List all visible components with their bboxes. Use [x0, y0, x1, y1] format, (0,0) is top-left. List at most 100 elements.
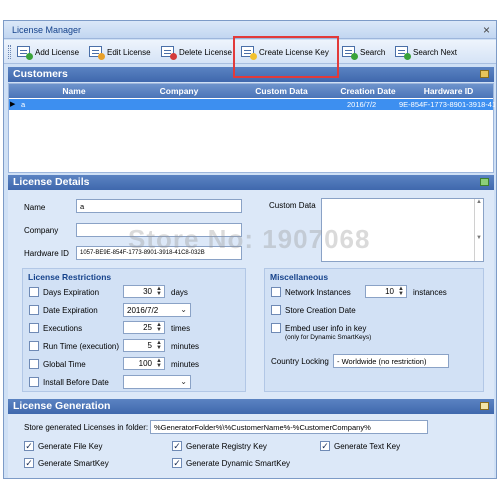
column-custom-data[interactable]: Custom Data — [229, 86, 334, 96]
custom-data-scrollbar[interactable]: ▲ ▼ — [474, 199, 483, 261]
window-title: License Manager — [12, 25, 82, 35]
stepper-arrows-icon[interactable]: ▲ ▼ — [156, 322, 162, 333]
generate-file-key-box[interactable]: ✓ — [24, 441, 34, 451]
generate-text-key-box[interactable]: ✓ — [320, 441, 330, 451]
license-details-panel-icon — [480, 178, 489, 186]
folder-label: Store generated Licenses in folder: — [24, 423, 149, 432]
generate-registry-key-box[interactable]: ✓ — [172, 441, 182, 451]
generate-registry-key-checkbox[interactable]: ✓ Generate Registry Key — [172, 441, 267, 451]
license-generation-title: License Generation — [13, 400, 111, 412]
generate-dynamic-smartkey-label: Generate Dynamic SmartKey — [186, 458, 291, 468]
stepper-arrows-icon[interactable]: ▲ ▼ — [156, 358, 162, 369]
days-expiration-stepper[interactable]: 30 ▲ ▼ — [123, 285, 165, 298]
table-row[interactable]: ▶ a 2016/7/2 9E-854F-1773-8901-3918-41 — [9, 99, 495, 110]
executions-value: 25 — [143, 323, 152, 332]
date-expiration-value: 2016/7/2 — [127, 306, 159, 315]
license-generation-panel: Store generated Licenses in folder: %Gen… — [8, 414, 494, 478]
license-restrictions-group: License Restrictions Days Expiration 30 ▲… — [22, 268, 246, 392]
days-expiration-checkbox[interactable]: Days Expiration — [29, 287, 99, 297]
add-license-button[interactable]: Add License — [16, 44, 79, 60]
customers-panel-icon — [480, 70, 489, 78]
install-before-picker[interactable]: ⌄ — [123, 375, 191, 389]
executions-stepper[interactable]: 25 ▲ ▼ — [123, 321, 165, 334]
global-time-label: Global Time — [43, 359, 86, 369]
days-expiration-value: 30 — [143, 287, 152, 296]
customers-grid[interactable]: Name Company Custom Data Creation Date H… — [8, 83, 495, 173]
column-creation-date[interactable]: Creation Date — [334, 86, 402, 96]
miscellaneous-title: Miscellaneous — [270, 272, 329, 282]
edit-license-icon — [88, 45, 105, 60]
edit-license-label: Edit License — [107, 47, 151, 57]
date-expiration-label: Date Expiration — [43, 305, 98, 315]
network-instances-checkbox[interactable]: Network Instances — [271, 287, 351, 297]
output-folder-field[interactable]: %GeneratorFolder%\%CustomerName%-%Custom… — [150, 420, 428, 434]
embed-user-info-box[interactable] — [271, 323, 281, 333]
license-generation-header: License Generation — [8, 399, 494, 414]
global-time-value: 100 — [138, 359, 152, 368]
country-locking-field[interactable]: - Worldwide (no restriction) — [333, 354, 449, 368]
date-expiration-checkbox[interactable]: Date Expiration — [29, 305, 98, 315]
generate-text-key-label: Generate Text Key — [334, 441, 401, 451]
generate-dynamic-smartkey-checkbox[interactable]: ✓ Generate Dynamic SmartKey — [172, 458, 290, 468]
license-details-panel: Name a Company Hardware ID 1057-BE9E-854… — [8, 190, 494, 400]
delete-license-label: Delete License — [179, 47, 232, 57]
column-name[interactable]: Name — [19, 86, 129, 96]
global-time-checkbox[interactable]: Global Time — [29, 359, 86, 369]
run-time-box[interactable] — [29, 341, 39, 351]
column-company[interactable]: Company — [129, 86, 229, 96]
customers-title: Customers — [13, 68, 68, 80]
generate-smartkey-checkbox[interactable]: ✓ Generate SmartKey — [24, 458, 109, 468]
license-restrictions-title: License Restrictions — [28, 272, 112, 282]
chevron-down-icon[interactable]: ⌄ — [180, 305, 187, 314]
executions-checkbox[interactable]: Executions — [29, 323, 82, 333]
close-icon[interactable]: × — [483, 23, 490, 37]
generate-text-key-checkbox[interactable]: ✓ Generate Text Key — [320, 441, 400, 451]
license-details-header: License Details — [8, 175, 494, 190]
generate-dynamic-smartkey-box[interactable]: ✓ — [172, 458, 182, 468]
install-before-checkbox[interactable]: Install Before Date — [29, 377, 109, 387]
date-expiration-picker[interactable]: 2016/7/2 ⌄ — [123, 303, 191, 317]
install-before-label: Install Before Date — [43, 377, 109, 387]
name-field[interactable]: a — [76, 199, 242, 213]
column-hardware-id[interactable]: Hardware ID — [402, 86, 495, 96]
row-name: a — [21, 100, 26, 109]
generate-smartkey-box[interactable]: ✓ — [24, 458, 34, 468]
store-creation-date-box[interactable] — [271, 305, 281, 315]
install-before-box[interactable] — [29, 377, 39, 387]
generate-file-key-checkbox[interactable]: ✓ Generate File Key — [24, 441, 102, 451]
delete-license-button[interactable]: Delete License — [160, 44, 232, 60]
global-time-unit: minutes — [171, 360, 200, 369]
run-time-label: Run Time (execution) — [43, 341, 120, 351]
generate-file-key-label: Generate File Key — [38, 441, 103, 451]
toolbar-grip-icon[interactable] — [8, 45, 11, 59]
edit-license-button[interactable]: Edit License — [88, 44, 151, 60]
stepper-arrows-icon[interactable]: ▲ ▼ — [398, 286, 404, 297]
run-time-stepper[interactable]: 5 ▲ ▼ — [123, 339, 165, 352]
executions-unit: times — [171, 324, 191, 333]
search-next-button[interactable]: Search Next — [394, 44, 457, 60]
global-time-box[interactable] — [29, 359, 39, 369]
network-instances-box[interactable] — [271, 287, 281, 297]
grid-header: Name Company Custom Data Creation Date H… — [9, 84, 493, 98]
network-instances-stepper[interactable]: 10 ▲ ▼ — [365, 285, 407, 298]
days-expiration-box[interactable] — [29, 287, 39, 297]
stepper-arrows-icon[interactable]: ▲ ▼ — [156, 286, 162, 297]
search-button[interactable]: Search — [341, 44, 385, 60]
search-label: Search — [360, 47, 386, 57]
company-label: Company — [24, 226, 59, 235]
search-icon — [341, 45, 358, 60]
chevron-down-icon[interactable]: ⌄ — [180, 377, 187, 386]
search-next-icon — [394, 45, 411, 60]
network-instances-unit: instances — [413, 288, 447, 297]
store-creation-date-checkbox[interactable]: Store Creation Date — [271, 305, 356, 315]
days-expiration-label: Days Expiration — [43, 287, 100, 297]
license-details-title: License Details — [13, 176, 90, 188]
embed-user-info-checkbox[interactable]: Embed user info in key — [271, 323, 366, 333]
stepper-arrows-icon[interactable]: ▲ ▼ — [156, 340, 162, 351]
row-creation-date: 2016/7/2 — [347, 100, 377, 109]
executions-box[interactable] — [29, 323, 39, 333]
row-hardware-id: 9E-854F-1773-8901-3918-41 — [399, 100, 495, 109]
run-time-checkbox[interactable]: Run Time (execution) — [29, 341, 119, 351]
global-time-stepper[interactable]: 100 ▲ ▼ — [123, 357, 165, 370]
date-expiration-box[interactable] — [29, 305, 39, 315]
